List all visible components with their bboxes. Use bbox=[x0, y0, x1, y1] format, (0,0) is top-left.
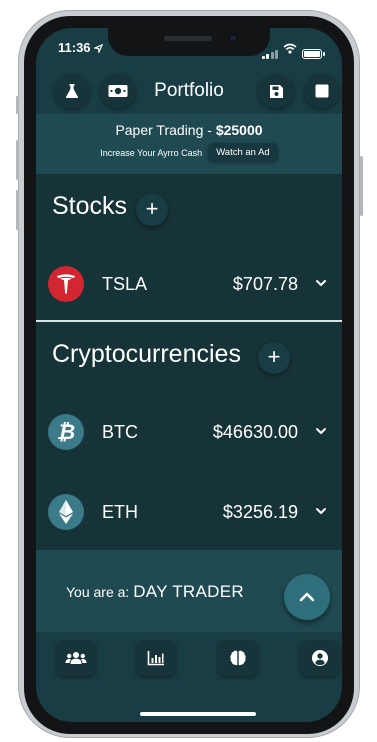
signal-icon bbox=[261, 49, 278, 59]
app-header: Portfolio bbox=[36, 72, 342, 114]
home-indicator[interactable] bbox=[140, 712, 256, 716]
notch bbox=[108, 28, 270, 56]
bottom-tab-bar bbox=[36, 632, 342, 722]
trader-type: You are a: DAY TRADER bbox=[66, 582, 244, 601]
watch-ad-button[interactable]: Watch an Ad bbox=[208, 143, 278, 162]
stop-button[interactable] bbox=[304, 74, 340, 108]
status-icons bbox=[261, 41, 325, 59]
trader-type-value: DAY TRADER bbox=[133, 582, 244, 601]
chevron-up-icon bbox=[299, 592, 315, 602]
tab-community[interactable] bbox=[56, 640, 96, 676]
tab-profile[interactable] bbox=[300, 640, 340, 676]
side-button bbox=[16, 190, 19, 230]
crypto-price: $3256.19 bbox=[222, 502, 298, 522]
speaker bbox=[164, 36, 212, 41]
brain-icon bbox=[230, 650, 246, 666]
front-camera bbox=[228, 33, 238, 43]
paper-trading-title: Paper Trading - $25000 bbox=[115, 122, 263, 138]
chevron-down-icon[interactable] bbox=[314, 424, 328, 438]
paper-trading-amount: $25000 bbox=[215, 122, 263, 138]
location-arrow-icon bbox=[92, 40, 104, 58]
chevron-down-icon[interactable] bbox=[314, 504, 328, 518]
side-button bbox=[16, 96, 19, 114]
crypto-price: $46630.00 bbox=[212, 422, 298, 442]
tab-charts[interactable] bbox=[136, 640, 176, 676]
add-crypto-button[interactable]: + bbox=[258, 342, 290, 374]
users-icon bbox=[65, 652, 87, 664]
scroll-up-button[interactable] bbox=[284, 574, 330, 620]
tab-learn[interactable] bbox=[218, 640, 258, 676]
portfolio-content: Stocks + TSLA $707.78 Cryptocurrencies +… bbox=[36, 174, 342, 550]
save-icon bbox=[269, 84, 283, 98]
side-button bbox=[360, 156, 363, 216]
section-divider bbox=[36, 320, 342, 322]
crypto-title: Cryptocurrencies bbox=[52, 340, 241, 368]
bitcoin-icon: ₿ bbox=[48, 414, 84, 450]
wifi-icon bbox=[283, 41, 297, 59]
trader-type-bar: You are a: DAY TRADER bbox=[36, 550, 342, 632]
side-button bbox=[16, 140, 19, 180]
stock-ticker: TSLA bbox=[102, 274, 148, 294]
ethereum-icon bbox=[48, 494, 84, 530]
crypto-ticker: ETH bbox=[102, 502, 138, 522]
square-icon bbox=[315, 84, 329, 98]
ayrro-cash-row: Increase Your Ayrro Cash Watch an Ad bbox=[36, 143, 342, 162]
tesla-logo-icon bbox=[48, 266, 84, 302]
stock-row-tsla[interactable]: TSLA $707.78 bbox=[36, 260, 342, 310]
battery-icon bbox=[302, 49, 325, 59]
stock-price: $707.78 bbox=[232, 274, 298, 294]
crypto-row-eth[interactable]: ETH $3256.19 bbox=[36, 488, 342, 538]
ayrro-cash-text: Increase Your Ayrro Cash bbox=[100, 147, 203, 158]
user-circle-icon bbox=[312, 650, 328, 666]
chevron-down-icon[interactable] bbox=[314, 276, 328, 290]
add-stock-button[interactable]: + bbox=[136, 194, 168, 226]
stocks-title: Stocks bbox=[52, 192, 128, 220]
screen: 11:36 Portfolio Paper Trading - $25000 I… bbox=[36, 28, 342, 722]
save-button[interactable] bbox=[258, 74, 294, 108]
crypto-row-btc[interactable]: ₿ BTC $46630.00 bbox=[36, 408, 342, 458]
paper-trading-banner: Paper Trading - $25000 Increase Your Ayr… bbox=[36, 114, 342, 174]
status-time: 11:36 bbox=[58, 40, 91, 55]
crypto-ticker: BTC bbox=[102, 422, 138, 442]
chart-bar-icon bbox=[147, 651, 164, 666]
page-title: Portfolio bbox=[154, 80, 224, 101]
